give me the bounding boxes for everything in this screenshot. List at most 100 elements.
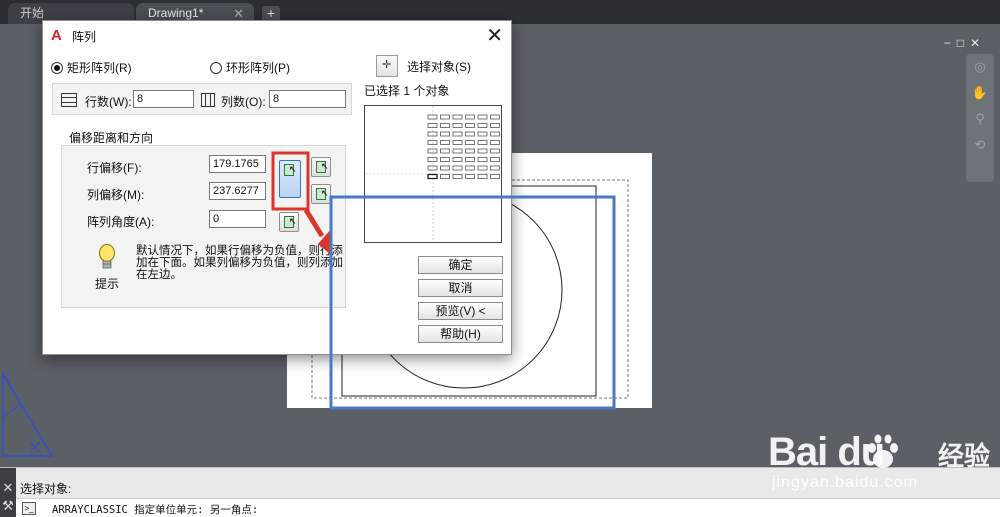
selected-count: 已选择 1 个对象 [364,84,450,98]
array-preview-grid [365,106,525,242]
preview-cell [427,131,438,137]
cols-label: 列数(O): [221,95,266,109]
col-offset-label: 列偏移(M): [87,188,145,202]
preview-cell [440,140,450,145]
angle-input[interactable]: 0 [209,210,266,228]
zoom-icon[interactable]: ⚲ [966,106,994,132]
preview-cell [452,131,463,137]
tab-drawing1-label: Drawing1* [148,6,204,20]
close-icon[interactable]: ✕ [486,23,503,48]
preview-cell [477,123,488,128]
pick-angle-button[interactable] [279,212,299,232]
navigation-bar: ◎ ✋ ⚲ ⟲ [966,54,994,182]
preview-cell [477,148,488,154]
preview-cell [427,165,438,171]
preview-cell [465,165,475,171]
preview-cell [440,131,450,137]
array-dialog: A 阵列 ✕ 矩形阵列(R) 环形阵列(P) 行数(W): 8 列数(O): 8… [42,20,525,355]
preview-cell [452,148,463,154]
preview-cell [427,157,438,162]
row-offset-label: 行偏移(F): [87,161,142,175]
preview-cell [440,165,450,171]
polar-array-radio[interactable]: 环形阵列(P) [210,59,290,76]
tip-text: 默认情况下，如果行偏移为负值，则行添加在下面。如果列偏移为负值，则列添加在左边。 [136,245,343,281]
rect-array-label: 矩形阵列(R) [67,61,132,75]
preview-cell [440,123,450,128]
columns-icon [201,93,215,107]
preview-cell [452,123,463,128]
rect-array-radio[interactable]: 矩形阵列(R) [51,59,132,76]
tab-start-label: 开始 [20,6,45,20]
preview-cell [427,114,438,120]
pick-col-offset-button[interactable] [311,184,331,204]
select-objects-button[interactable] [376,55,398,77]
rows-input[interactable]: 8 [133,90,194,108]
ucs-triangle-drawing [2,371,54,457]
baidu-watermark: Bai du 经验 jingyan.baidu.com [768,430,998,500]
preview-cell [465,123,475,128]
offset-group-title: 偏移距离和方向 [69,131,154,145]
watermark-url: jingyan.baidu.com [772,474,918,491]
row-offset-input[interactable]: 179.1765 [209,155,266,173]
tip-label: 提示 [95,277,120,291]
preview-cell [477,140,488,145]
lightbulb-icon [99,244,115,269]
ok-button[interactable]: 确定 [418,256,503,274]
preview-cell [427,123,438,128]
preview-cell [465,148,475,154]
command-side-strip: ✕ ⚒ [0,468,16,517]
preview-cell [490,140,500,145]
preview-cell [477,174,488,179]
close-command-icon[interactable]: ✕ [0,480,16,496]
preview-cell [477,114,488,120]
orbit-icon[interactable]: ⟲ [966,132,994,158]
preview-cell [427,140,438,145]
autocad-logo-icon: A [51,27,62,44]
preview-cell [452,140,463,145]
rows-icon [61,93,77,107]
col-offset-input[interactable]: 237.6277 [209,182,266,200]
radio-dot [210,61,222,74]
cols-input[interactable]: 8 [269,90,346,108]
polar-array-label: 环形阵列(P) [226,61,290,75]
preview-cell [490,157,500,162]
command-prompt-icon[interactable]: >_ [22,502,36,515]
preview-cell [465,157,475,162]
preview-cell [490,114,500,120]
pick-both-offsets-button[interactable] [279,160,301,198]
pan-icon[interactable]: ✋ [966,80,994,106]
angle-label: 阵列角度(A): [87,215,155,229]
preview-cell [452,114,463,120]
preview-cell [465,140,475,145]
dialog-title-bar[interactable]: A 阵列 ✕ [43,21,511,49]
viewport-window-controls[interactable]: −□✕ [944,36,986,50]
steering-wheel-icon[interactable]: ◎ [966,54,994,80]
settings-wrench-icon[interactable]: ⚒ [0,498,16,514]
help-button[interactable]: 帮助(H) [418,325,503,343]
rows-label: 行数(W): [85,95,132,109]
preview-cell [490,165,500,171]
pick-row-offset-button[interactable] [311,157,331,177]
preview-button[interactable]: 预览(V) < [418,302,503,320]
preview-cell [477,165,488,171]
preview-cell [477,131,488,137]
preview-cell [452,165,463,171]
radio-dot-selected [51,61,63,74]
preview-cell [477,157,488,162]
preview-cell [440,148,450,154]
rows-cols-group: 行数(W): 8 列数(O): 8 [52,83,352,115]
command-line[interactable]: >_ ARRAYCLASSIC 指定单位单元: 另一角点: [16,498,1000,517]
preview-base-cell [427,173,438,180]
cancel-button[interactable]: 取消 [418,279,503,297]
preview-cell [465,174,475,179]
preview-cell [465,131,475,137]
watermark-cn: 经验 [938,441,991,471]
preview-cell [440,174,450,179]
preview-cell [490,148,500,154]
preview-cell [452,174,463,179]
preview-cell [440,157,450,162]
array-preview [364,105,525,243]
preview-cell [427,148,438,154]
command-history: 选择对象: [20,482,72,496]
select-objects-label: 选择对象(S) [407,60,471,74]
